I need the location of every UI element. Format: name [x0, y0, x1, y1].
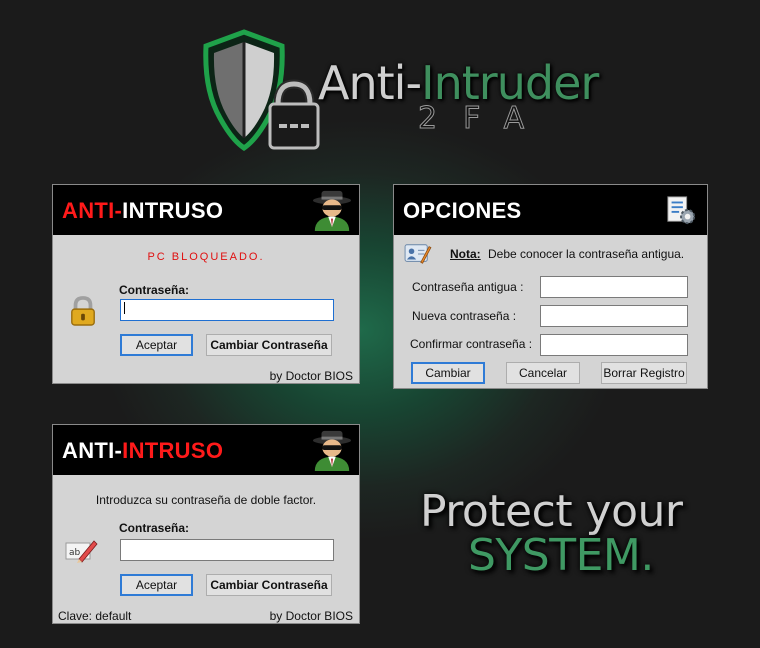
new-password-label: Nueva contraseña : — [412, 309, 517, 323]
options-cancel-button[interactable]: Cancelar — [506, 362, 580, 384]
login-change-password-button[interactable]: Cambiar Contraseña — [206, 334, 332, 356]
twofa-accept-button[interactable]: Aceptar — [120, 574, 193, 596]
old-password-label: Contraseña antigua : — [412, 280, 524, 294]
tagline-line2: SYSTEM. — [468, 530, 654, 581]
twofa-window: ANTI-INTRUSO Introduzca su contraseña de… — [52, 424, 360, 624]
text-caret — [124, 302, 125, 314]
options-window-header: OPCIONES — [394, 185, 707, 235]
confirm-password-input[interactable] — [540, 334, 688, 356]
document-gear-icon — [667, 196, 696, 225]
login-credit-text: by Doctor BIOS — [269, 369, 353, 383]
login-window-header: ANTI-INTRUSO — [53, 185, 359, 235]
text-edit-pencil-icon: ab — [65, 540, 98, 563]
login-title-part1: ANTI- — [62, 198, 123, 223]
contact-card-pencil-icon — [404, 244, 432, 264]
shield-lock-logo-icon — [203, 29, 320, 152]
options-delete-registry-button[interactable]: Borrar Registro — [601, 362, 687, 384]
login-window-title: ANTI-INTRUSO — [62, 198, 223, 224]
options-window-title: OPCIONES — [403, 198, 522, 223]
login-accept-button[interactable]: Aceptar — [120, 334, 193, 356]
old-password-input[interactable] — [540, 276, 688, 298]
login-password-input[interactable] — [120, 299, 334, 321]
confirm-password-label: Confirmar contraseña : — [410, 337, 533, 351]
svg-text:ab: ab — [69, 548, 81, 558]
lock-status-text: PC BLOQUEADO. — [147, 251, 265, 263]
spy-agent-icon — [312, 190, 352, 231]
note-label: Nota: — [450, 247, 481, 261]
twofa-title-part1: ANTI- — [62, 438, 123, 463]
twofa-window-header: ANTI-INTRUSO — [53, 425, 359, 475]
login-password-wrapper — [120, 299, 334, 321]
new-password-input[interactable] — [540, 305, 688, 327]
options-window: OPCIONES Nota: Debe conocer la contraseñ… — [393, 184, 708, 389]
app-logo-subtitle: 2FA — [417, 101, 551, 137]
spy-agent-icon — [312, 430, 352, 471]
twofa-credit-text: by Doctor BIOS — [269, 609, 353, 623]
twofa-window-title: ANTI-INTRUSO — [62, 438, 223, 464]
login-password-label: Contraseña: — [119, 283, 190, 297]
twofa-password-label: Contraseña: — [119, 521, 190, 535]
options-change-button[interactable]: Cambiar — [411, 362, 485, 384]
twofa-instruction-text: Introduzca su contraseña de doble factor… — [95, 493, 317, 507]
twofa-change-password-button[interactable]: Cambiar Contraseña — [206, 574, 332, 596]
padlock-icon — [71, 296, 95, 326]
note-text: Debe conocer la contraseña antigua. — [488, 247, 685, 261]
twofa-password-input[interactable] — [120, 539, 334, 561]
twofa-key-hint-text: Clave: default — [58, 609, 132, 623]
logo-title-part1: Anti- — [318, 56, 422, 110]
login-window: ANTI-INTRUSO PC BLOQUEADO. Contraseña: A… — [52, 184, 360, 384]
twofa-title-part2: INTRUSO — [122, 438, 224, 463]
login-title-part2: INTRUSO — [122, 198, 224, 223]
